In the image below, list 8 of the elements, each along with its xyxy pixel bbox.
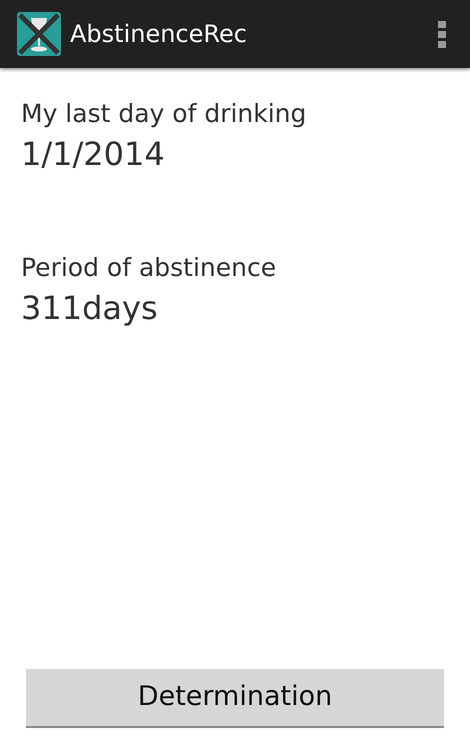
field-value: 311days [21,288,159,329]
field-label: My last day of drinking [21,98,308,130]
app-title: AbstinenceRec [70,19,247,50]
field-value: 1/1/2014 [21,134,166,175]
field-label: Period of abstinence [21,252,278,284]
app-logo-icon [17,12,61,56]
determination-button[interactable]: Determination [26,669,444,728]
overflow-menu-icon[interactable] [438,20,446,48]
